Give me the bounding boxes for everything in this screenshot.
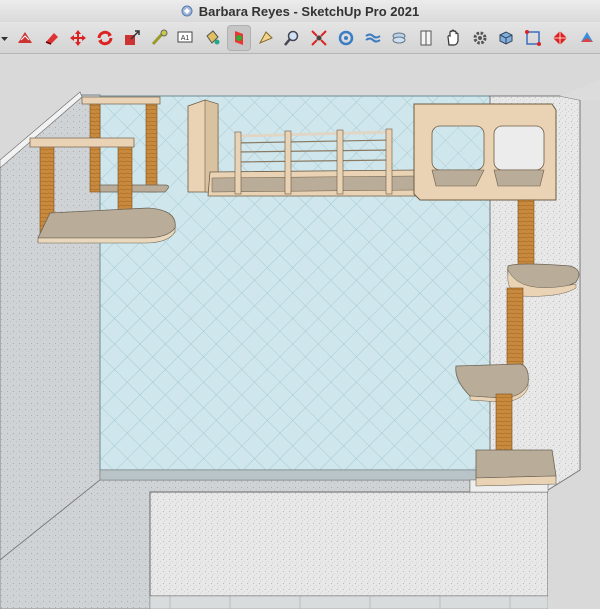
move-tool-button[interactable]: [66, 25, 90, 51]
layers-icon: [392, 32, 406, 43]
follow-me-icon: [258, 30, 273, 44]
sandbox-icon: [364, 33, 381, 42]
eraser-tool-button[interactable]: [40, 25, 64, 51]
follow-me-tool-button[interactable]: [254, 25, 278, 51]
scale-icon: [124, 29, 140, 45]
text-tool-button[interactable]: A1: [173, 25, 197, 51]
select-tool-button[interactable]: [13, 25, 37, 51]
extension-icon: [525, 29, 542, 46]
styles-tool-button[interactable]: [575, 25, 599, 51]
zoom-extents-icon: [311, 29, 327, 46]
extension-tool-button[interactable]: [521, 25, 545, 51]
layers-tool-button[interactable]: [387, 25, 411, 51]
double-cube-box: [413, 103, 557, 201]
door-icon: [420, 30, 432, 45]
front-partition-wall: [149, 491, 549, 597]
tape-measure-icon: [151, 29, 168, 45]
orbit-tool-button[interactable]: [334, 25, 358, 51]
door-tool-button[interactable]: [414, 25, 438, 51]
text-icon: A1: [177, 31, 193, 42]
dropdown-arrow-icon: [1, 36, 8, 41]
svg-text:A1: A1: [181, 35, 190, 42]
3d-model-viewport[interactable]: [0, 55, 600, 609]
ruby-icon: [552, 30, 567, 45]
select-icon: [17, 31, 32, 43]
toolbar-overflow-arrow[interactable]: [0, 25, 10, 51]
pan-icon: [447, 28, 459, 46]
tape-measure-tool-button[interactable]: [147, 25, 171, 51]
components-tool-button[interactable]: [494, 25, 518, 51]
ruby-console-tool-button[interactable]: [548, 25, 572, 51]
section-plane-tool-button[interactable]: [226, 24, 251, 51]
main-toolbar: A1: [0, 22, 600, 54]
window-title: Barbara Reyes - SketchUp Pro 2021: [198, 3, 420, 19]
zoom-icon: [284, 30, 299, 46]
pan-tool-button[interactable]: [441, 25, 465, 51]
components-icon: [499, 30, 513, 45]
orbit-icon: [338, 30, 354, 45]
move-icon: [70, 29, 87, 46]
window-title-bar: Barbara Reyes - SketchUp Pro 2021: [0, 0, 600, 22]
settings-gear-icon: [473, 31, 487, 44]
eraser-icon: [45, 32, 58, 45]
styles-icon: [580, 31, 593, 42]
paint-bucket-tool-button[interactable]: [200, 25, 224, 51]
section-plane-icon: [234, 30, 243, 45]
zoom-extents-tool-button[interactable]: [307, 25, 331, 51]
sandbox-tool-button[interactable]: [361, 25, 385, 51]
sketchup-app-icon: [181, 5, 193, 17]
paint-bucket-icon: [206, 29, 220, 44]
rotate-tool-button[interactable]: [93, 25, 117, 51]
scale-tool-button[interactable]: [120, 25, 144, 51]
rotate-icon: [97, 30, 113, 45]
settings-tool-button[interactable]: [468, 25, 492, 51]
room-scene: [0, 55, 600, 609]
zoom-tool-button[interactable]: [280, 25, 304, 51]
